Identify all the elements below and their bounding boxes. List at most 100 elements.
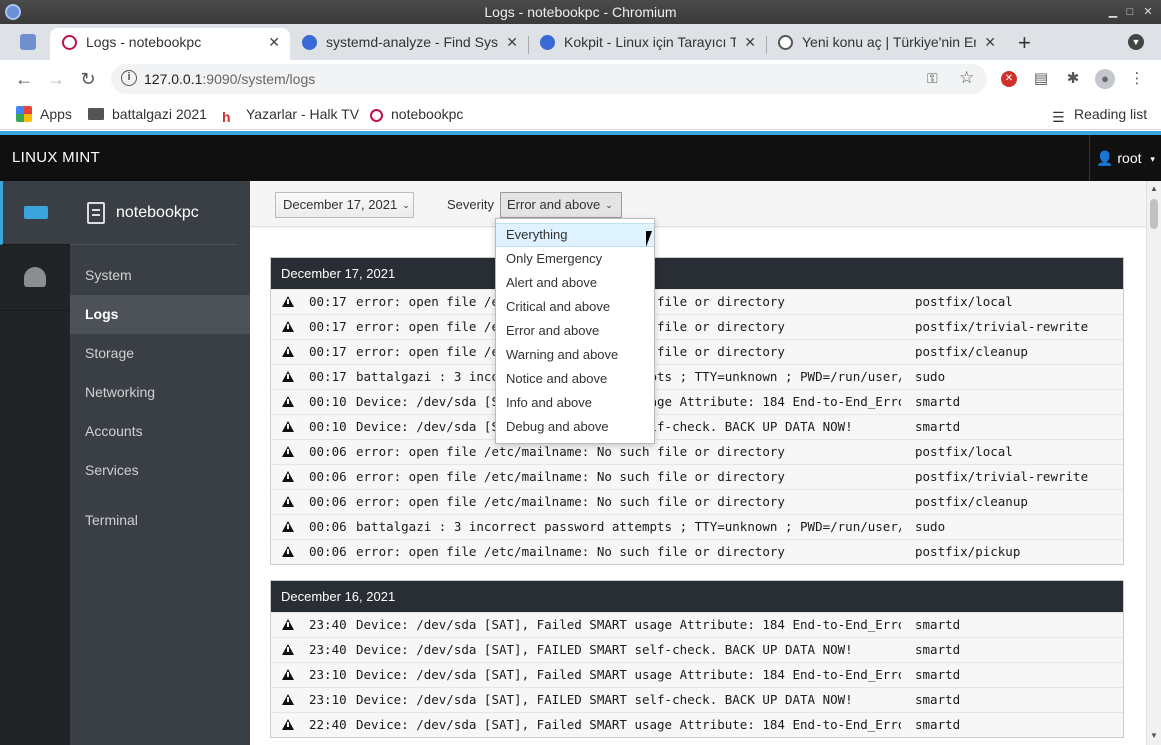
halktv-icon: h (222, 109, 231, 125)
severity-option[interactable]: Everything (496, 223, 654, 247)
scroll-thumb[interactable] (1150, 199, 1158, 229)
severity-option[interactable]: Notice and above (496, 367, 654, 391)
log-message: error: open file /etc/mailname: No such … (356, 469, 785, 484)
severity-option[interactable]: Warning and above (496, 343, 654, 367)
warning-icon (282, 619, 294, 630)
bookmark-battalgazi[interactable]: battalgazi 2021 (88, 98, 207, 130)
tab-strip: Logs - notebookpc ✕ systemd-analyze - Fi… (0, 24, 1161, 60)
key-icon[interactable]: ⚿ (927, 70, 938, 87)
warning-icon (282, 296, 294, 307)
log-entry-row[interactable]: 00:06 error: open file /etc/mailname: No … (271, 539, 1123, 564)
tab-systemd-analyze[interactable]: systemd-analyze - Find Syste ✕ (290, 28, 528, 60)
google-translate-icon[interactable] (20, 34, 36, 50)
log-entry-row[interactable]: 23:40 Device: /dev/sda [SAT], FAILED SMAR… (271, 637, 1123, 662)
log-entry-row[interactable]: 22:40 Device: /dev/sda [SAT], Failed SMAR… (271, 712, 1123, 737)
ublock-icon[interactable]: ✕ (1001, 71, 1017, 87)
warning-icon (282, 371, 294, 382)
log-entry-row[interactable]: 00:06 error: open file /etc/mailname: No … (271, 439, 1123, 464)
vertical-scrollbar[interactable]: ▲ ▼ (1146, 181, 1161, 745)
tab-kokpit[interactable]: Kokpit - Linux için Tarayıcı Ta ✕ (528, 28, 766, 60)
log-entry-row[interactable]: 23:10 Device: /dev/sda [SAT], FAILED SMAR… (271, 687, 1123, 712)
log-time: 23:10 (309, 692, 347, 707)
log-entry-row[interactable]: 00:10Device: /dev/sda [SAT], FAILED SMAR… (271, 414, 1123, 439)
tab-search-icon[interactable]: ▼ (1128, 34, 1144, 50)
date-filter-button[interactable]: December 17, 2021 ⌄ (275, 192, 414, 218)
severity-label: Severity (447, 197, 494, 212)
close-icon[interactable]: ✕ (268, 28, 280, 56)
reader-icon[interactable]: ▤ (1032, 70, 1050, 88)
log-entry-row[interactable]: 00:06 error: open file /etc/mailname: No … (271, 464, 1123, 489)
bookmark-halktv[interactable]: h Yazarlar - Halk TV (222, 98, 359, 130)
side-menu: notebookpc System Logs Storage Networkin… (70, 181, 250, 745)
menu-item-system[interactable]: System (70, 256, 250, 295)
menu-item-logs[interactable]: Logs (70, 295, 250, 334)
menu-item-services[interactable]: Services (70, 451, 250, 490)
log-entry-row[interactable]: 00:17error: open file /etc/mailname: No … (271, 314, 1123, 339)
host-rail (0, 181, 70, 745)
menu-kebab-icon[interactable]: ⋮ (1128, 70, 1146, 88)
scroll-up-icon[interactable]: ▲ (1150, 184, 1158, 193)
severity-option[interactable]: Debug and above (496, 415, 654, 439)
reload-icon[interactable]: ↻ (75, 66, 101, 92)
log-entry-row[interactable]: 00:06 battalgazi : 3 incorrect password a… (271, 514, 1123, 539)
warning-icon (282, 446, 294, 457)
close-icon[interactable]: ✕ (744, 28, 756, 56)
tab-yeni-konu[interactable]: Yeni konu aç | Türkiye'nin En ✕ (766, 28, 1006, 60)
menu-item-terminal[interactable]: Terminal (70, 501, 250, 540)
back-icon[interactable]: ← (11, 66, 37, 92)
bookmark-notebookpc[interactable]: notebookpc (370, 98, 463, 130)
reading-list-icon: ☰ (1052, 109, 1065, 125)
star-icon[interactable]: ☆ (959, 68, 974, 88)
close-icon[interactable]: ✕ (506, 28, 518, 56)
profile-icon[interactable]: ● (1095, 69, 1115, 89)
log-service: postfix/pickup (915, 544, 1021, 559)
severity-option[interactable]: Info and above (496, 391, 654, 415)
tab-label: Yeni konu aç | Türkiye'nin En (802, 34, 976, 50)
log-service: smartd (915, 617, 961, 632)
globe-icon (778, 35, 793, 50)
close-window-icon[interactable]: ✕ (1138, 0, 1158, 24)
rail-host-button[interactable] (0, 181, 70, 245)
menu-item-accounts[interactable]: Accounts (70, 412, 250, 451)
log-time: 00:17 (309, 294, 347, 309)
bookmark-apps[interactable]: Apps (16, 98, 72, 130)
cockpit-header: LINUX MINT 👤 root ▾ (0, 135, 1161, 181)
forward-icon[interactable]: → (43, 66, 69, 92)
severity-option[interactable]: Critical and above (496, 295, 654, 319)
log-entry-row[interactable]: 23:10 Device: /dev/sda [SAT], Failed SMAR… (271, 662, 1123, 687)
rail-dashboard-button[interactable] (0, 245, 70, 311)
new-tab-icon[interactable]: + (1018, 30, 1031, 56)
log-service: smartd (915, 717, 961, 732)
severity-filter-button[interactable]: Error and above ⌄ (500, 192, 622, 218)
chevron-down-icon: ⌄ (402, 200, 410, 210)
close-icon[interactable]: ✕ (984, 28, 996, 56)
log-entry-row[interactable]: 00:17battalgazi : 3 incorrect password a… (271, 364, 1123, 389)
log-entry-row[interactable]: 23:40 Device: /dev/sda [SAT], Failed SMAR… (271, 612, 1123, 637)
address-bar[interactable]: i 127.0.0.1:9090/system/logs ⚿ ☆ (111, 64, 987, 94)
log-time: 00:17 (309, 344, 347, 359)
log-entry-row[interactable]: 00:17error: open file /etc/mailname: No … (271, 289, 1123, 314)
severity-option[interactable]: Only Emergency (496, 247, 654, 271)
maximize-icon[interactable]: □ (1120, 0, 1140, 24)
day-heading: December 16, 2021 (271, 581, 1123, 612)
extensions-icon[interactable]: ✱ (1064, 70, 1082, 88)
log-time: 00:17 (309, 319, 347, 334)
duckduckgo-icon (540, 35, 555, 50)
chromium-icon (5, 4, 21, 20)
severity-option[interactable]: Alert and above (496, 271, 654, 295)
reading-list-button[interactable]: ☰ Reading list (1052, 98, 1147, 130)
menu-item-networking[interactable]: Networking (70, 373, 250, 412)
duckduckgo-icon (302, 35, 317, 50)
log-entry-row[interactable]: 00:06 error: open file /etc/mailname: No … (271, 489, 1123, 514)
log-entry-row[interactable]: 00:17error: open file /etc/mailname: No … (271, 339, 1123, 364)
user-menu-button[interactable]: 👤 root ▾ (1089, 135, 1161, 181)
menu-item-storage[interactable]: Storage (70, 334, 250, 373)
severity-option[interactable]: Error and above (496, 319, 654, 343)
address-url[interactable]: 127.0.0.1:9090/system/logs (144, 64, 315, 94)
log-message: Device: /dev/sda [SAT], Failed SMART usa… (356, 667, 901, 682)
log-time: 00:17 (309, 369, 347, 384)
site-info-icon[interactable]: i (121, 70, 137, 86)
log-entry-row[interactable]: 00:10Device: /dev/sda [SAT], Failed SMAR… (271, 389, 1123, 414)
tab-logs[interactable]: Logs - notebookpc ✕ (50, 28, 290, 60)
scroll-down-icon[interactable]: ▼ (1150, 731, 1158, 740)
